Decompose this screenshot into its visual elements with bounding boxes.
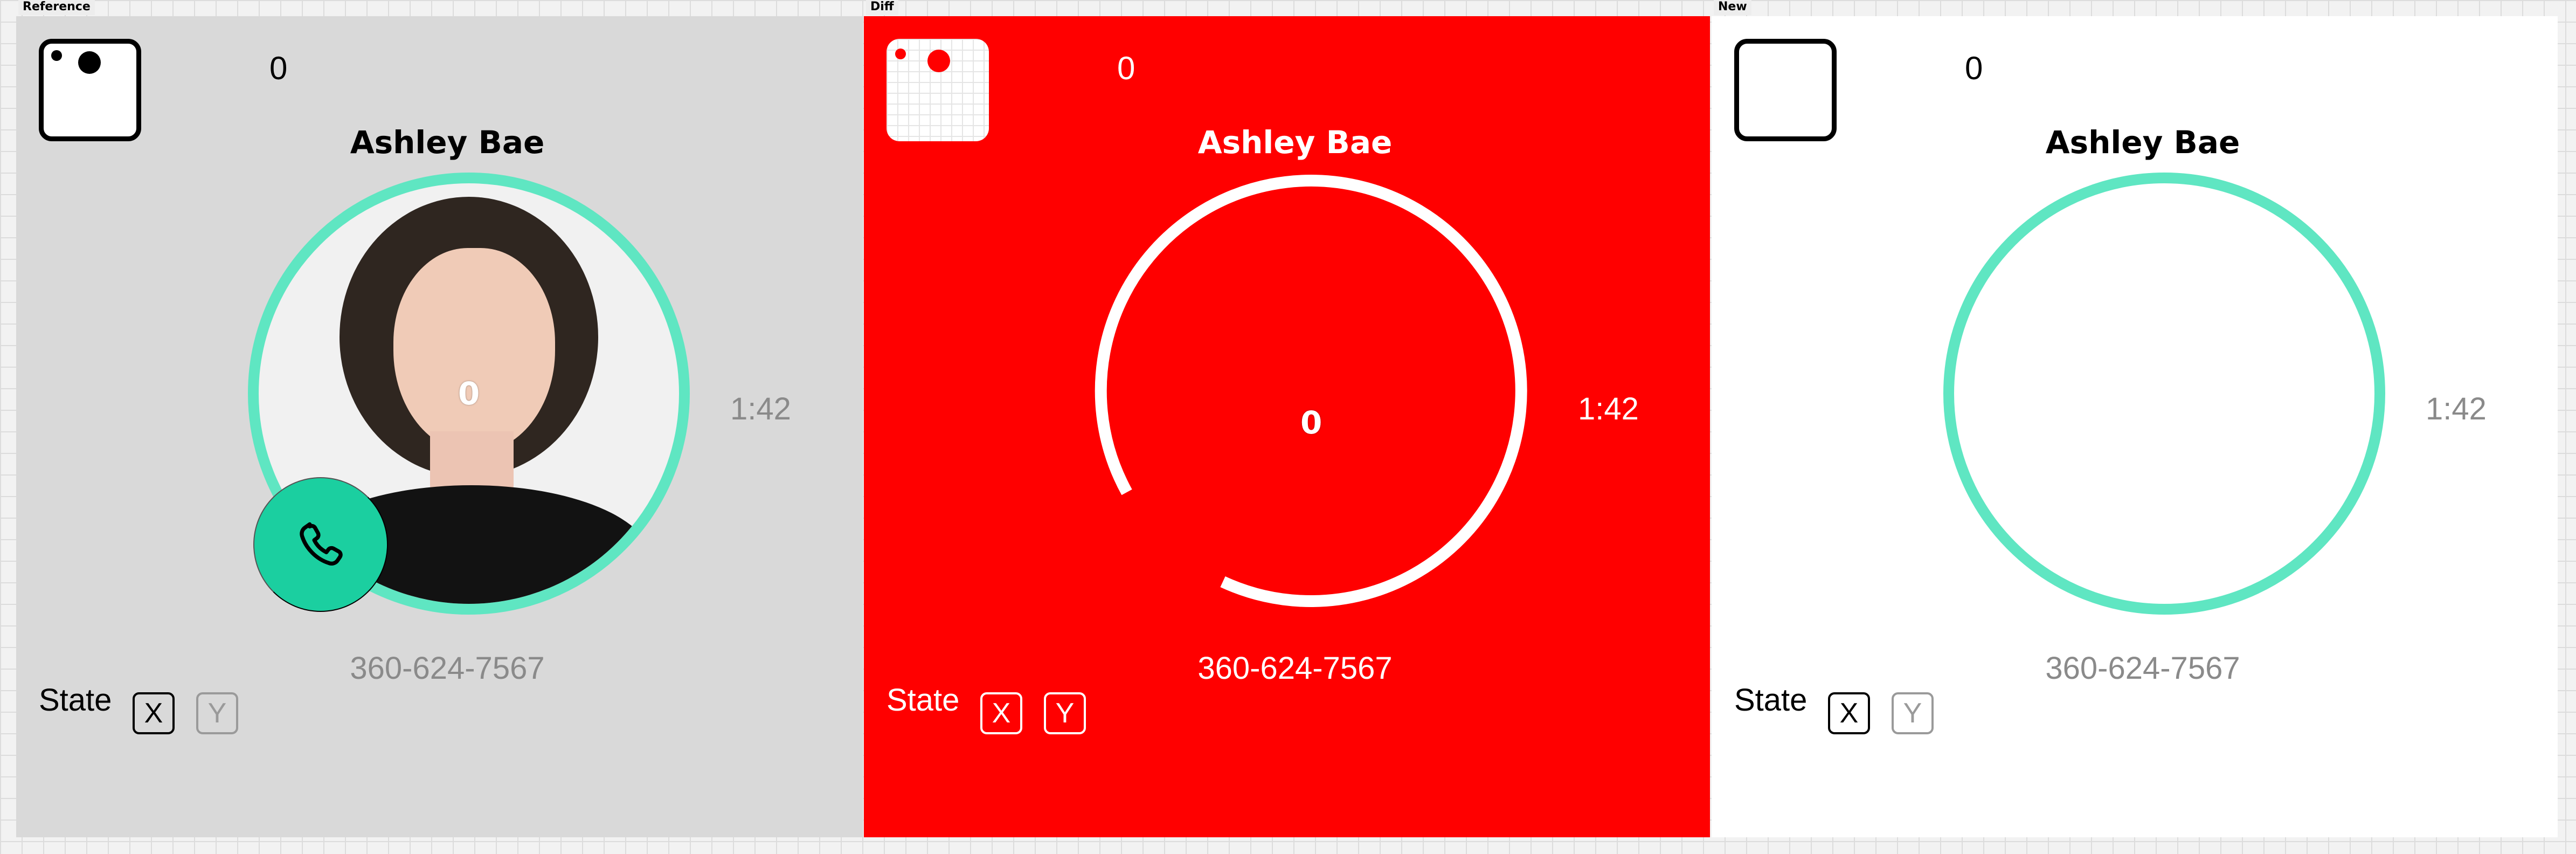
diff-panel: 0 Ashley Bae 0 1:42 360-624-7567 State X… (864, 16, 1710, 837)
state-x-button[interactable]: X (133, 692, 175, 734)
phone-icon (300, 522, 343, 566)
thumbnail-dot-small (895, 49, 906, 59)
counter: 0 (269, 50, 288, 86)
ring-label: 0 (458, 375, 480, 412)
call-time: 1:42 (1578, 391, 1639, 426)
phone-number: 360-624-7567 (1197, 651, 1393, 686)
state-y-button[interactable]: Y (196, 692, 238, 734)
state-x-button[interactable]: X (1828, 692, 1870, 734)
state-y-button[interactable]: Y (1044, 692, 1086, 734)
state-label: State (39, 683, 112, 718)
progress-arc (1095, 175, 1527, 607)
avatar-ring (1943, 173, 2385, 615)
counter: 0 (1117, 50, 1135, 86)
contact-name: Ashley Bae (1197, 124, 1393, 161)
diff-label: Diff (866, 0, 898, 15)
reference-label: Reference (18, 0, 95, 15)
call-time: 1:42 (2426, 391, 2487, 426)
thumbnail-dot-small (51, 50, 62, 61)
avatar-face (393, 248, 555, 453)
counter: 0 (1965, 50, 1983, 86)
new-label: New (1714, 0, 1751, 15)
contact-name: Ashley Bae (2045, 124, 2240, 161)
thumbnail-dot-big (927, 50, 950, 72)
state-label: State (1734, 683, 1808, 718)
ring-label: 0 (1300, 404, 1322, 441)
thumbnail-dot-big (78, 51, 101, 74)
call-time: 1:42 (730, 391, 791, 426)
phone-number: 360-624-7567 (350, 651, 545, 686)
new-panel: 0 Ashley Bae 1:42 360-624-7567 State X Y (1712, 16, 2558, 837)
contact-name: Ashley Bae (350, 124, 545, 161)
state-label: State (887, 683, 960, 718)
state-y-button[interactable]: Y (1892, 692, 1934, 734)
call-button[interactable] (253, 477, 388, 612)
state-x-button[interactable]: X (980, 692, 1022, 734)
reference-panel: 0 Ashley Bae 0 1:42 360-624-7567 State X… (16, 16, 862, 837)
phone-number: 360-624-7567 (2045, 651, 2240, 686)
